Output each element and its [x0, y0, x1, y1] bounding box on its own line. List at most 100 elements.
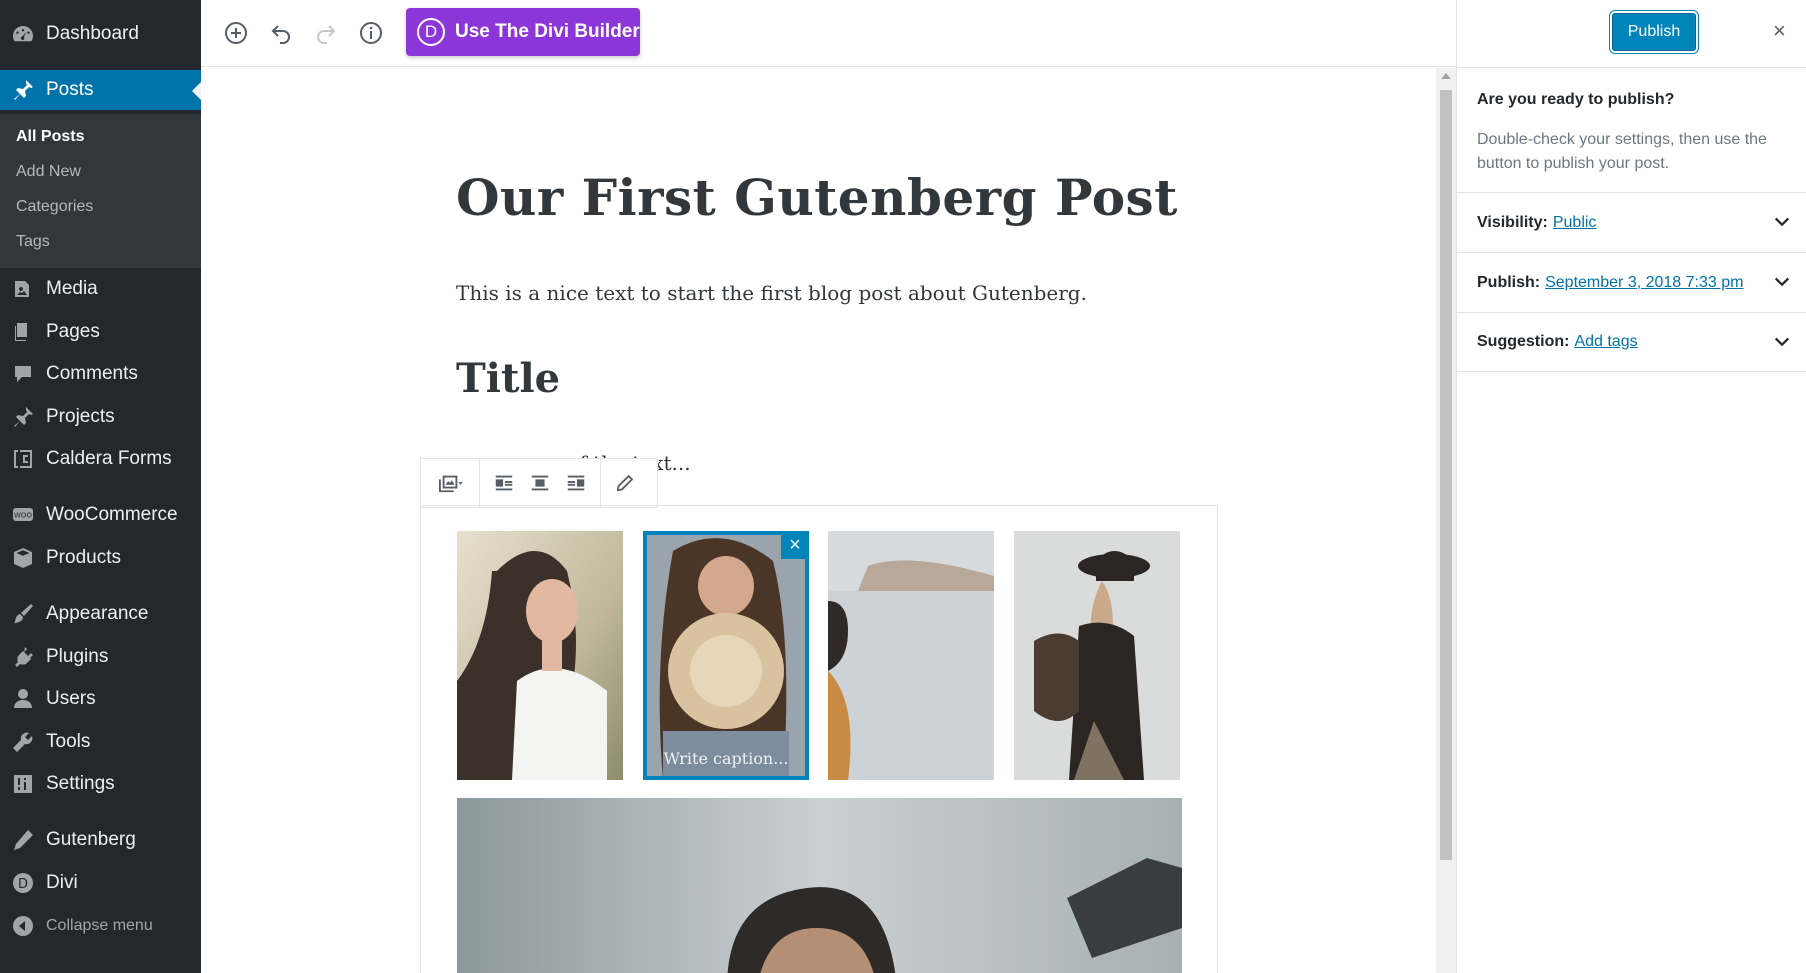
collapse-menu-button[interactable]: Collapse menu	[0, 906, 201, 946]
menu-item-label: Plugins	[46, 646, 109, 667]
dashboard-icon	[0, 22, 46, 46]
menu-item-media[interactable]: Media	[0, 269, 201, 309]
pencil-icon	[0, 828, 46, 852]
scrollbar-thumb[interactable]	[1440, 90, 1452, 860]
gallery-image-woman-backpack[interactable]	[1014, 531, 1180, 780]
menu-item-projects[interactable]: Projects	[0, 397, 201, 437]
menu-item-comments[interactable]: Comments	[0, 354, 201, 394]
change-block-type-button[interactable]	[427, 465, 473, 501]
pin-icon	[0, 78, 46, 102]
menu-item-tools[interactable]: Tools	[0, 722, 201, 762]
align-right-button[interactable]	[558, 465, 594, 501]
woman-portrait-image	[457, 531, 623, 780]
man-portrait-image	[457, 798, 1182, 973]
menu-item-caldera-forms[interactable]: Caldera Forms	[0, 439, 201, 479]
chevron-down-icon[interactable]	[1773, 333, 1791, 351]
menu-item-label: Divi	[46, 872, 78, 893]
divi-logo-icon: D	[417, 18, 445, 46]
align-left-button[interactable]	[486, 465, 522, 501]
menu-item-appearance[interactable]: Appearance	[0, 594, 201, 634]
edit-gallery-button[interactable]	[607, 465, 643, 501]
svg-text:WOO: WOO	[14, 512, 32, 520]
menu-item-woocommerce[interactable]: WOO WooCommerce	[0, 495, 201, 535]
visibility-link[interactable]: Public	[1553, 214, 1597, 232]
menu-item-pages[interactable]: Pages	[0, 312, 201, 352]
menu-item-divi[interactable]: D Divi	[0, 863, 201, 903]
user-icon	[0, 687, 46, 711]
admin-sidebar: Dashboard Posts All Posts Add New Catego…	[0, 0, 201, 973]
undo-button[interactable]	[266, 18, 296, 48]
wrench-icon	[0, 730, 46, 754]
publish-panel: Publish × Are you ready to publish? Doub…	[1456, 0, 1806, 973]
add-tags-link[interactable]: Add tags	[1574, 333, 1637, 351]
gallery-image-seaside[interactable]	[828, 531, 994, 780]
divi-builder-label: Use The Divi Builder	[455, 21, 640, 42]
plug-icon	[0, 645, 46, 669]
menu-item-posts[interactable]: Posts	[0, 70, 201, 110]
submenu-tags[interactable]: Tags	[16, 233, 50, 251]
heading-block[interactable]: Title	[456, 355, 560, 402]
pin-icon	[0, 405, 46, 429]
menu-item-label: Appearance	[46, 603, 149, 624]
divi-icon: D	[0, 871, 46, 895]
divi-builder-button[interactable]: D Use The Divi Builder	[406, 8, 640, 56]
scroll-up-arrow-icon[interactable]	[1441, 73, 1451, 79]
align-center-icon	[531, 475, 549, 491]
suggestion-row[interactable]: Suggestion: Add tags	[1457, 312, 1806, 372]
menu-item-gutenberg[interactable]: Gutenberg	[0, 820, 201, 860]
editor-scrollbar[interactable]	[1436, 68, 1456, 973]
block-toolbar	[420, 458, 658, 508]
submenu-add-new[interactable]: Add New	[16, 163, 81, 181]
plus-circle-icon	[225, 22, 247, 44]
pages-icon	[0, 320, 46, 344]
gallery-icon	[439, 475, 463, 493]
publish-date-row[interactable]: Publish: September 3, 2018 7:33 pm	[1457, 252, 1806, 312]
publish-button[interactable]: Publish	[1612, 13, 1696, 51]
woman-backpack-image	[1014, 531, 1180, 780]
woo-icon: WOO	[0, 503, 46, 527]
divider	[1457, 67, 1806, 68]
menu-item-label: Users	[46, 688, 96, 709]
pencil-icon	[616, 474, 634, 492]
suggestion-label: Suggestion:	[1477, 333, 1570, 350]
gallery-image-man-portrait[interactable]	[457, 798, 1182, 973]
menu-item-label: Gutenberg	[46, 829, 136, 850]
posts-submenu: All Posts Add New Categories Tags	[0, 114, 201, 268]
align-center-button[interactable]	[522, 465, 558, 501]
menu-item-label: Settings	[46, 773, 115, 794]
menu-item-users[interactable]: Users	[0, 679, 201, 719]
gallery-image-woman-white-top[interactable]	[457, 531, 623, 780]
chevron-down-icon[interactable]	[1773, 273, 1791, 291]
post-title[interactable]: Our First Gutenberg Post	[456, 168, 1178, 227]
info-button[interactable]	[356, 18, 386, 48]
publish-description: Double-check your settings, then use the…	[1477, 131, 1767, 172]
add-block-button[interactable]	[221, 18, 251, 48]
menu-item-label: WooCommerce	[46, 504, 178, 525]
submenu-all-posts[interactable]: All Posts	[16, 128, 84, 146]
menu-item-label: Pages	[46, 321, 100, 342]
svg-text:D: D	[18, 877, 28, 892]
menu-item-label: Products	[46, 547, 121, 568]
close-panel-button[interactable]: ×	[1773, 18, 1786, 44]
menu-item-dashboard[interactable]: Dashboard	[0, 14, 201, 54]
menu-item-products[interactable]: Products	[0, 538, 201, 578]
menu-item-settings[interactable]: Settings	[0, 764, 201, 804]
collapse-arrow-icon	[0, 914, 46, 938]
media-icon	[0, 277, 46, 301]
menu-item-label: Media	[46, 278, 98, 299]
visibility-row[interactable]: Visibility: Public	[1457, 192, 1806, 252]
redo-icon	[317, 25, 336, 44]
menu-item-plugins[interactable]: Plugins	[0, 637, 201, 677]
brush-icon	[0, 602, 46, 626]
submenu-categories[interactable]: Categories	[16, 198, 93, 216]
undo-icon	[271, 25, 290, 44]
redo-button[interactable]	[311, 18, 341, 48]
seaside-image	[828, 531, 994, 780]
image-caption-input[interactable]: Write caption...	[643, 749, 809, 768]
chevron-down-icon[interactable]	[1773, 213, 1791, 231]
remove-image-button[interactable]: ×	[781, 531, 809, 559]
publish-date-link[interactable]: September 3, 2018 7:33 pm	[1545, 274, 1743, 292]
gallery-image-woman-with-hat[interactable]: × Write caption...	[643, 531, 809, 780]
paragraph-block[interactable]: This is a nice text to start the first b…	[456, 281, 1087, 305]
publish-date-label: Publish:	[1477, 273, 1541, 291]
